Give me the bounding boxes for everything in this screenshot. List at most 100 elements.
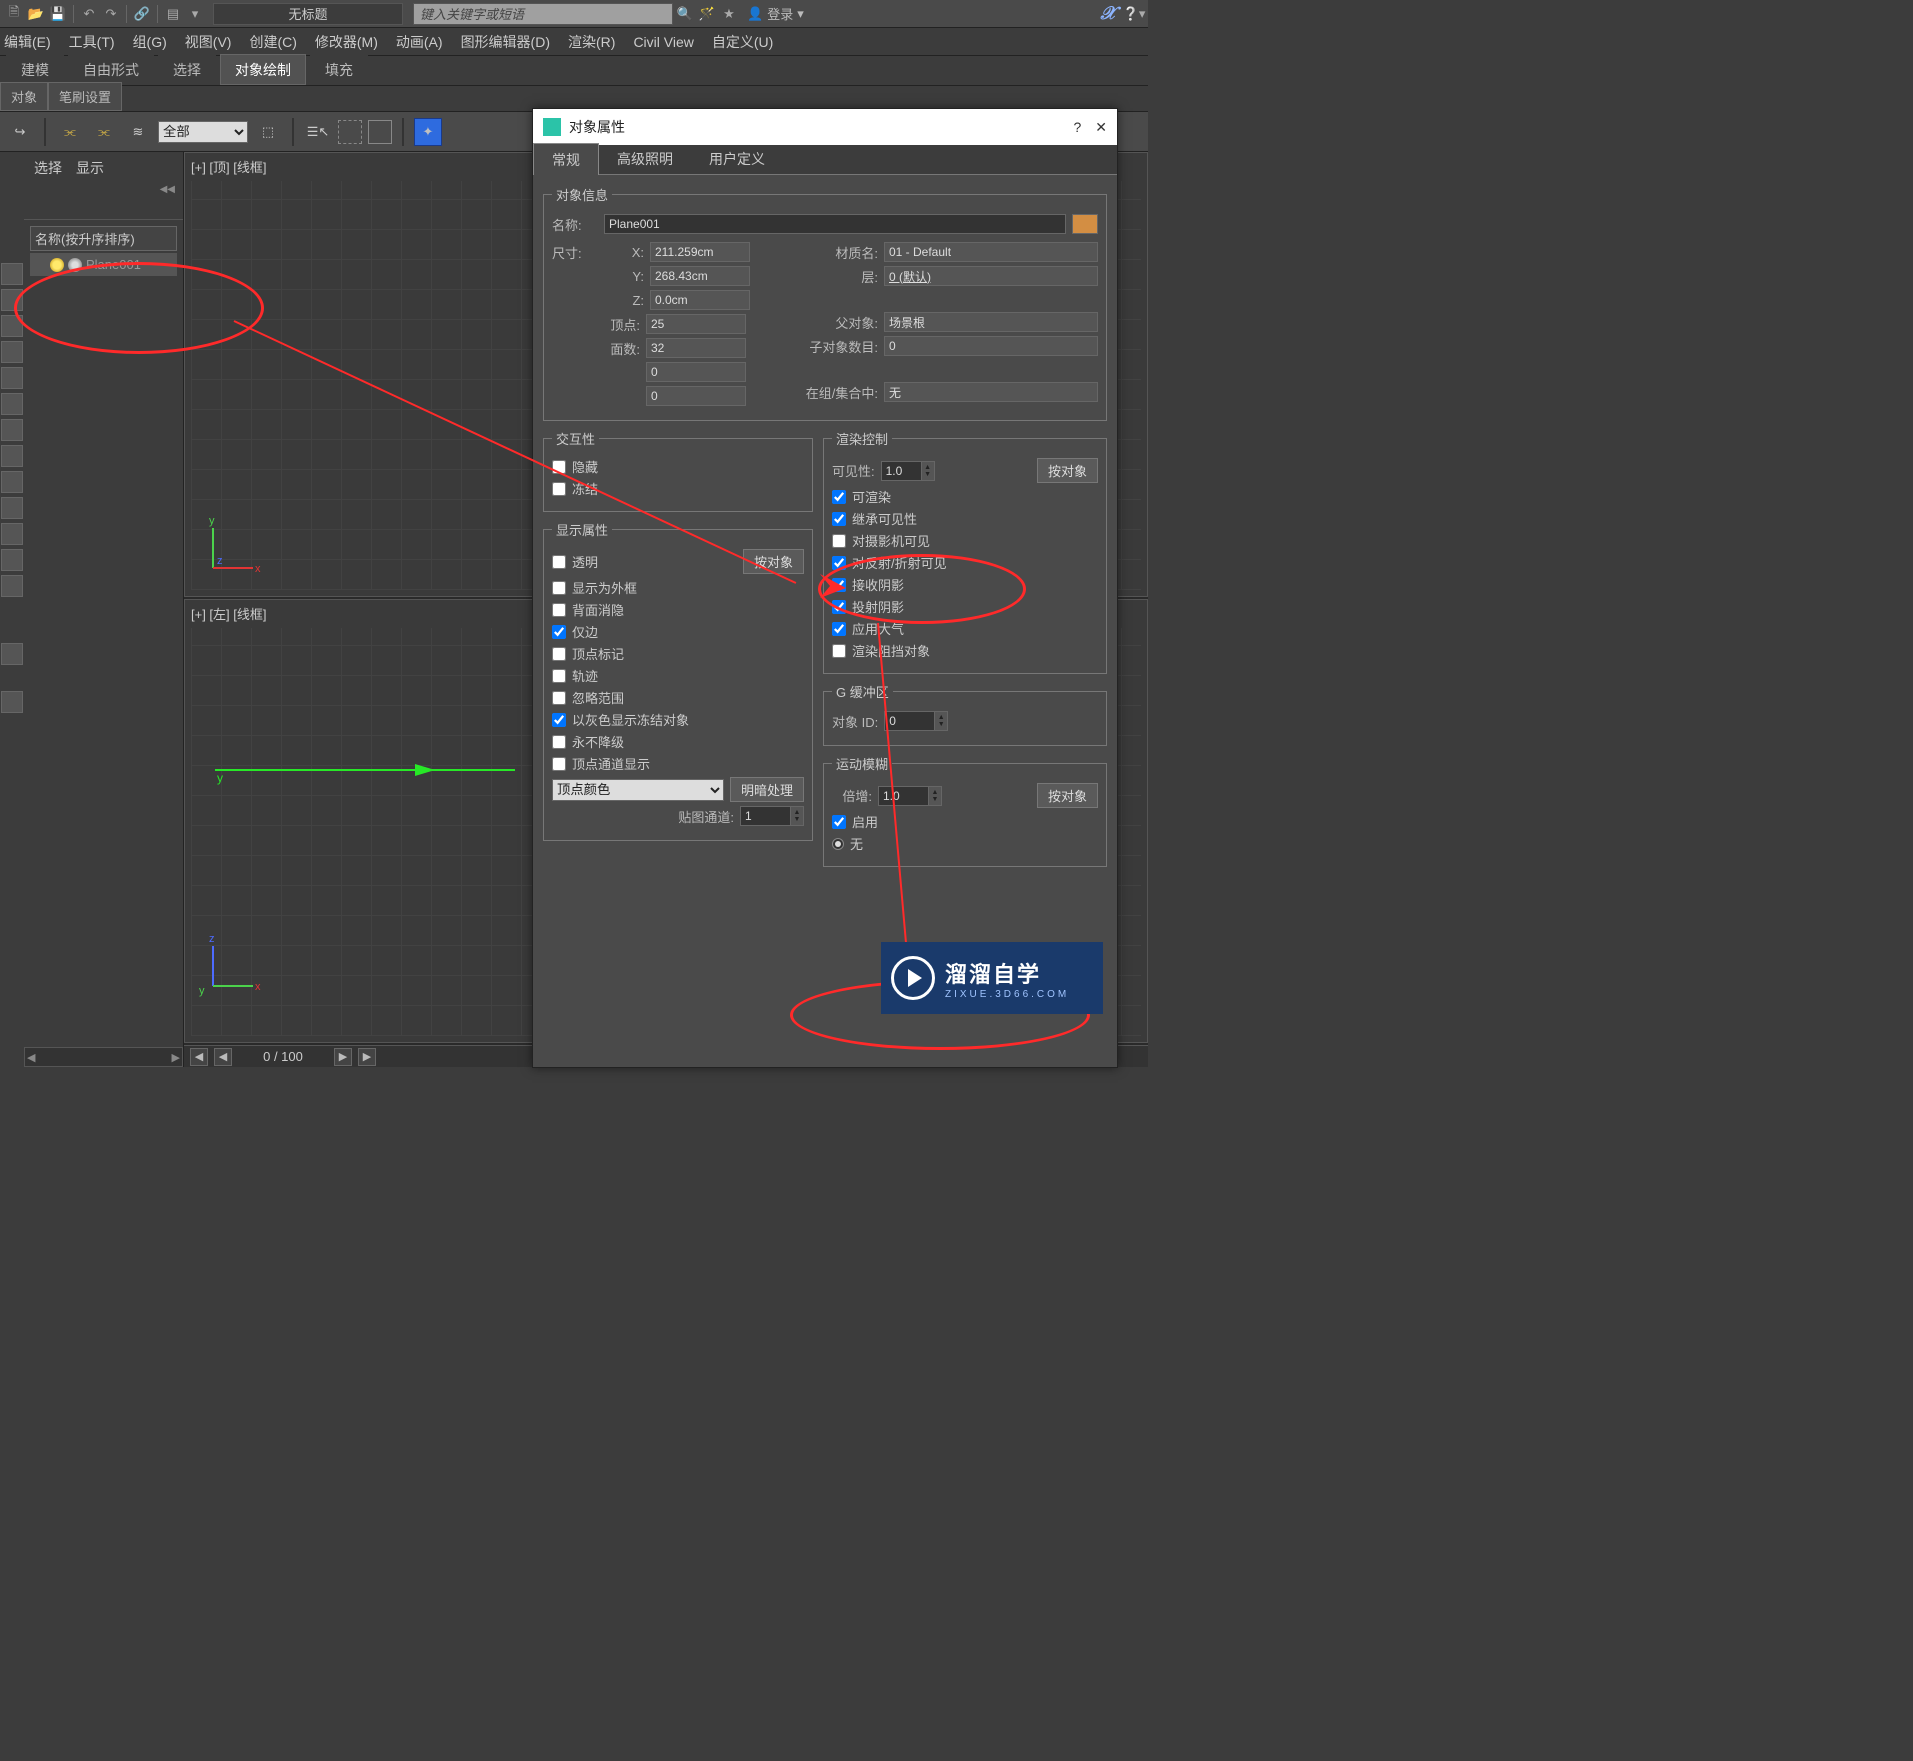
help-icon[interactable]: ❔▾	[1124, 4, 1144, 24]
color-swatch[interactable]	[1072, 214, 1098, 234]
visibility-bulb-icon[interactable]	[50, 258, 64, 272]
lt-icon-10[interactable]	[1, 497, 23, 519]
menu-edit[interactable]: 编辑(E)	[4, 32, 51, 52]
timeline-prev[interactable]: ◀	[190, 1048, 208, 1066]
lt-icon-9[interactable]	[1, 471, 23, 493]
viewport-top-label[interactable]: [+] [顶] [线框]	[191, 157, 267, 176]
lt-icon-6[interactable]	[1, 393, 23, 415]
dialog-help-icon[interactable]: ?	[1073, 119, 1081, 135]
chk-frozengray[interactable]: 以灰色显示冻结对象	[552, 710, 804, 729]
chk-vcdisplay[interactable]: 顶点通道显示	[552, 754, 804, 773]
star-icon[interactable]: ★	[719, 4, 739, 24]
chain2-icon[interactable]: ⫘	[90, 118, 118, 146]
menu-modifiers[interactable]: 修改器(M)	[315, 32, 378, 52]
rect-select-icon[interactable]	[338, 120, 362, 144]
mapch-spinner[interactable]: ▲▼	[790, 806, 804, 826]
tab-user-defined[interactable]: 用户定义	[691, 143, 783, 174]
timeline-prev2[interactable]: ◀	[214, 1048, 232, 1066]
chk-mblur-enable[interactable]: 启用	[832, 812, 1098, 831]
mapch-input[interactable]	[740, 806, 790, 826]
tab-adv-lighting[interactable]: 高级照明	[599, 143, 691, 174]
lt-icon-13[interactable]	[1, 575, 23, 597]
chk-hide[interactable]: 隐藏	[552, 457, 804, 476]
vc-dropdown[interactable]: 顶点颜色	[552, 779, 724, 801]
link-icon[interactable]: 🔗	[132, 4, 152, 24]
menu-grapheditor[interactable]: 图形编辑器(D)	[461, 32, 550, 52]
chain1-icon[interactable]: ⫘	[56, 118, 84, 146]
chk-visiblerefl[interactable]: 对反射/折射可见	[832, 553, 1098, 572]
chk-atmos[interactable]: 应用大气	[832, 619, 1098, 638]
chk-asbox[interactable]: 显示为外框	[552, 578, 804, 597]
layer-icon[interactable]: ▤	[163, 4, 183, 24]
menu-customize[interactable]: 自定义(U)	[712, 32, 773, 52]
layer-value[interactable]	[884, 266, 1098, 286]
lt-icon-4[interactable]	[1, 341, 23, 363]
wave-icon[interactable]: ≋	[124, 118, 152, 146]
name-input[interactable]	[604, 214, 1066, 234]
outline-select-tab[interactable]: 选择	[34, 158, 62, 178]
filter-dropdown[interactable]: 全部	[158, 121, 248, 143]
lt-icon-5[interactable]	[1, 367, 23, 389]
outline-display-tab[interactable]: 显示	[76, 158, 104, 178]
btn-mblur-byobj[interactable]: 按对象	[1037, 783, 1098, 808]
menu-civilview[interactable]: Civil View	[633, 34, 693, 50]
outline-hscroll[interactable]: ◀▶	[24, 1047, 183, 1067]
lt-icon-1[interactable]	[1, 263, 23, 285]
ribbon-tab-populate[interactable]: 填充	[310, 54, 368, 85]
binoculars-icon[interactable]: 🔍	[675, 4, 695, 24]
chk-freeze[interactable]: 冻结	[552, 479, 804, 498]
chk-vticks[interactable]: 顶点标记	[552, 644, 804, 663]
chk-transparent[interactable]: 透明	[552, 552, 737, 571]
lt-icon-7[interactable]	[1, 419, 23, 441]
menu-tools[interactable]: 工具(T)	[69, 32, 115, 52]
menu-view[interactable]: 视图(V)	[185, 32, 232, 52]
login-area[interactable]: 👤 登录 ▾	[747, 4, 804, 23]
lt-icon-12[interactable]	[1, 549, 23, 571]
lt-icon-2[interactable]	[1, 289, 23, 311]
cursor-add-icon[interactable]: ⬚	[254, 118, 282, 146]
lt-icon-14[interactable]	[1, 643, 23, 665]
undo-icon[interactable]: ↶	[79, 4, 99, 24]
menu-animation[interactable]: 动画(A)	[396, 32, 443, 52]
rect-solid-icon[interactable]	[368, 120, 392, 144]
chk-castshadow[interactable]: 投射阴影	[832, 597, 1098, 616]
outline-item-plane001[interactable]: Plane001	[30, 253, 177, 276]
ribbon-tab-objectpaint[interactable]: 对象绘制	[220, 54, 306, 85]
subtab-object[interactable]: 对象	[0, 82, 48, 111]
radio-mblur-none[interactable]: 无	[832, 834, 1098, 853]
chk-backface[interactable]: 背面消隐	[552, 600, 804, 619]
ribbon-tab-freeform[interactable]: 自由形式	[68, 54, 154, 85]
chk-neverdegrade[interactable]: 永不降级	[552, 732, 804, 751]
lt-icon-3[interactable]	[1, 315, 23, 337]
visibility-input[interactable]	[881, 461, 921, 481]
subtab-brush[interactable]: 笔刷设置	[48, 82, 122, 111]
chk-renderoccluded[interactable]: 渲染阻挡对象	[832, 641, 1098, 660]
objid-spinner[interactable]: ▲▼	[934, 711, 948, 731]
timeline-next2[interactable]: ▶	[358, 1048, 376, 1066]
dialog-close-icon[interactable]: ✕	[1095, 119, 1107, 136]
drop-icon[interactable]: ▾	[185, 4, 205, 24]
timeline-next[interactable]: ▶	[334, 1048, 352, 1066]
lt-icon-8[interactable]	[1, 445, 23, 467]
chk-inheritvis[interactable]: 继承可见性	[832, 509, 1098, 528]
arrow-tool-icon[interactable]: ↪	[6, 118, 34, 146]
btn-render-byobj[interactable]: 按对象	[1037, 458, 1098, 483]
viewport-left-label[interactable]: [+] [左] [线框]	[191, 604, 267, 623]
open-icon[interactable]: 📂	[26, 4, 46, 24]
objid-input[interactable]	[884, 711, 934, 731]
mult-spinner[interactable]: ▲▼	[928, 786, 942, 806]
redo-icon[interactable]: ↷	[101, 4, 121, 24]
blue-tool-icon[interactable]: ✦	[414, 118, 442, 146]
chk-renderable[interactable]: 可渲染	[832, 487, 1098, 506]
lt-icon-15[interactable]	[1, 691, 23, 713]
visibility-spinner[interactable]: ▲▼	[921, 461, 935, 481]
list-cursor-icon[interactable]: ☰↖	[304, 118, 332, 146]
menu-render[interactable]: 渲染(R)	[568, 32, 615, 52]
mult-input[interactable]	[878, 786, 928, 806]
tab-general[interactable]: 常规	[533, 143, 599, 175]
chk-trajectory[interactable]: 轨迹	[552, 666, 804, 685]
btn-shading[interactable]: 明暗处理	[730, 777, 804, 802]
chk-recvshadow[interactable]: 接收阴影	[832, 575, 1098, 594]
lt-icon-11[interactable]	[1, 523, 23, 545]
chk-ignoreext[interactable]: 忽略范围	[552, 688, 804, 707]
